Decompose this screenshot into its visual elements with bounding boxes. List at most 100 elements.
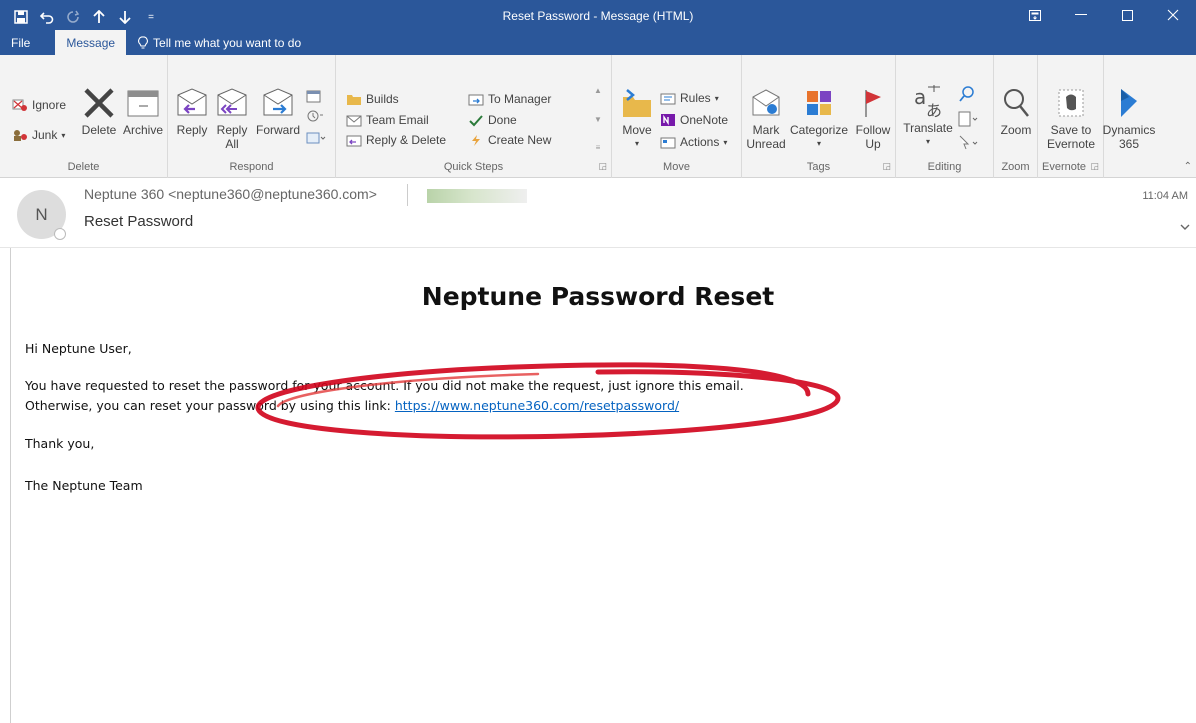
rules-button[interactable]: Rules ▾ <box>660 91 719 105</box>
chevron-up-icon[interactable]: ▲ <box>594 86 602 95</box>
magnifier-icon <box>1001 85 1031 121</box>
ignore-button[interactable]: Ignore <box>12 98 66 112</box>
move-group: Move ▾ Rules ▾ OneNote Actions ▾ Move <box>612 55 742 178</box>
tab-file[interactable]: File <box>0 30 41 55</box>
email-line-2: Otherwise, you can reset your password b… <box>25 398 679 413</box>
quick-steps-group-label: Quick Steps <box>443 161 504 173</box>
quick-step-reply-delete[interactable]: Reply & Delete <box>346 133 446 147</box>
reply-button[interactable]: Reply <box>172 85 212 137</box>
save-to-evernote-button[interactable]: Save to Evernote <box>1042 85 1100 151</box>
close-icon[interactable] <box>1150 0 1196 30</box>
related-icon[interactable] <box>958 111 980 130</box>
junk-dropdown-icon[interactable]: ▾ <box>61 131 65 140</box>
editing-group: aあ Translate ▾ Editing <box>896 55 994 178</box>
delete-button[interactable]: Delete <box>78 85 120 137</box>
presence-indicator <box>54 228 66 240</box>
move-button[interactable]: Move ▾ <box>618 85 656 151</box>
email-signature: The Neptune Team <box>25 478 143 493</box>
expand-header-icon[interactable] <box>1180 220 1190 234</box>
minimize-icon[interactable] <box>1058 0 1104 30</box>
ignore-label: Ignore <box>32 98 67 112</box>
actions-button[interactable]: Actions ▾ <box>660 135 727 149</box>
chevron-down-icon[interactable]: ▼ <box>594 115 602 124</box>
zoom-group-label: Zoom <box>1001 161 1030 173</box>
quick-steps-scroll[interactable]: ▲ ▼ ≡ <box>592 86 604 152</box>
follow-up-label-1: Follow <box>855 123 891 137</box>
onenote-icon <box>661 114 675 126</box>
junk-button[interactable]: Junk ▾ <box>12 128 65 142</box>
forward-icon <box>261 85 295 121</box>
respond-group-label: Respond <box>229 161 274 173</box>
dynamics-group: Dynamics 365 ⌃ <box>1102 55 1196 178</box>
categorize-label: Categorize <box>789 123 849 137</box>
reply-all-button[interactable]: Reply All <box>212 85 252 151</box>
collapse-ribbon-icon[interactable]: ⌃ <box>1184 161 1192 172</box>
quick-step-create-new[interactable]: Create New <box>468 133 551 147</box>
translate-label: Translate <box>903 121 953 135</box>
tags-group: Mark Unread Categorize ▾ Follow Up Tags … <box>742 55 896 178</box>
translate-button[interactable]: aあ Translate ▾ <box>900 83 956 149</box>
move-group-label: Move <box>663 161 690 173</box>
tab-message[interactable]: Message <box>55 30 127 55</box>
message-body: Neptune Password Reset Hi Neptune User, … <box>0 248 1196 723</box>
flag-icon <box>861 85 885 121</box>
categorize-icon <box>805 85 833 121</box>
reply-delete-label: Reply & Delete <box>366 133 447 147</box>
evernote-icon <box>1056 85 1086 121</box>
title-bar: = Reset Password - Message (HTML) File M… <box>0 0 1196 55</box>
gallery-more-icon[interactable]: ≡ <box>596 143 601 152</box>
quick-steps-launcher-icon[interactable]: ◲ <box>598 161 607 172</box>
quick-steps-group: Builds Team Email Reply & Delete To Mana… <box>336 55 612 178</box>
evernote-launcher-icon[interactable]: ◲ <box>1090 161 1099 172</box>
follow-up-button[interactable]: Follow Up <box>852 85 894 151</box>
tags-group-label: Tags <box>806 161 831 173</box>
ribbon: Ignore Junk ▾ Delete Archive Delete Repl <box>0 55 1196 178</box>
tags-launcher-icon[interactable]: ◲ <box>882 161 891 172</box>
quick-step-done[interactable]: Done <box>468 113 517 127</box>
ribbon-display-options-icon[interactable] <box>1012 0 1058 30</box>
maximize-icon[interactable] <box>1104 0 1150 30</box>
mark-unread-button[interactable]: Mark Unread <box>746 85 786 151</box>
reply-all-label-1: Reply <box>216 123 248 137</box>
svg-text:a: a <box>914 85 926 109</box>
move-dropdown-icon: ▾ <box>634 139 639 148</box>
email-line-1: You have requested to reset the password… <box>25 378 744 393</box>
message-header: N Neptune 360 <neptune360@neptune360.com… <box>0 178 1196 248</box>
junk-icon <box>14 130 27 141</box>
dynamics-label-1: Dynamics <box>1102 123 1156 137</box>
more-respond-icon[interactable] <box>306 131 326 148</box>
archive-label: Archive <box>122 123 163 137</box>
dynamics-label-2: 365 <box>1118 137 1140 151</box>
actions-icon <box>660 137 676 148</box>
quick-step-builds[interactable]: Builds <box>346 92 399 106</box>
quick-step-team-email[interactable]: Team Email <box>346 113 429 127</box>
sender-address[interactable]: Neptune 360 <neptune360@neptune360.com> <box>84 186 377 202</box>
categorize-button[interactable]: Categorize ▾ <box>786 85 852 151</box>
reply-delete-icon <box>346 135 362 146</box>
archive-button[interactable]: Archive <box>120 85 166 137</box>
delete-label: Delete <box>81 123 117 137</box>
team-email-icon <box>346 115 362 126</box>
redacted-recipient <box>427 189 527 203</box>
editing-group-label: Editing <box>927 161 962 173</box>
meeting-icon[interactable] <box>306 89 322 106</box>
delete-group-label: Delete <box>67 161 100 173</box>
forward-button[interactable]: Forward <box>254 85 302 137</box>
select-icon[interactable] <box>958 135 980 154</box>
onenote-button[interactable]: OneNote <box>660 113 728 127</box>
save-to-evernote-label-1: Save to <box>1050 123 1092 137</box>
email-title: Neptune Password Reset <box>421 282 775 311</box>
zoom-button[interactable]: Zoom <box>996 85 1036 137</box>
reset-password-link[interactable]: https://www.neptune360.com/resetpassword… <box>395 398 679 413</box>
tell-me-box[interactable]: Tell me what you want to do <box>126 30 301 55</box>
im-icon[interactable] <box>306 109 324 126</box>
quick-step-to-manager[interactable]: To Manager <box>468 92 551 106</box>
find-icon[interactable] <box>958 85 976 106</box>
builds-label: Builds <box>366 92 399 106</box>
dynamics-icon <box>1116 85 1142 121</box>
lightning-icon <box>472 134 480 146</box>
actions-label: Actions <box>680 135 720 149</box>
onenote-label: OneNote <box>680 113 729 127</box>
checkmark-icon <box>469 114 483 126</box>
dynamics-365-button[interactable]: Dynamics 365 <box>1102 85 1156 151</box>
